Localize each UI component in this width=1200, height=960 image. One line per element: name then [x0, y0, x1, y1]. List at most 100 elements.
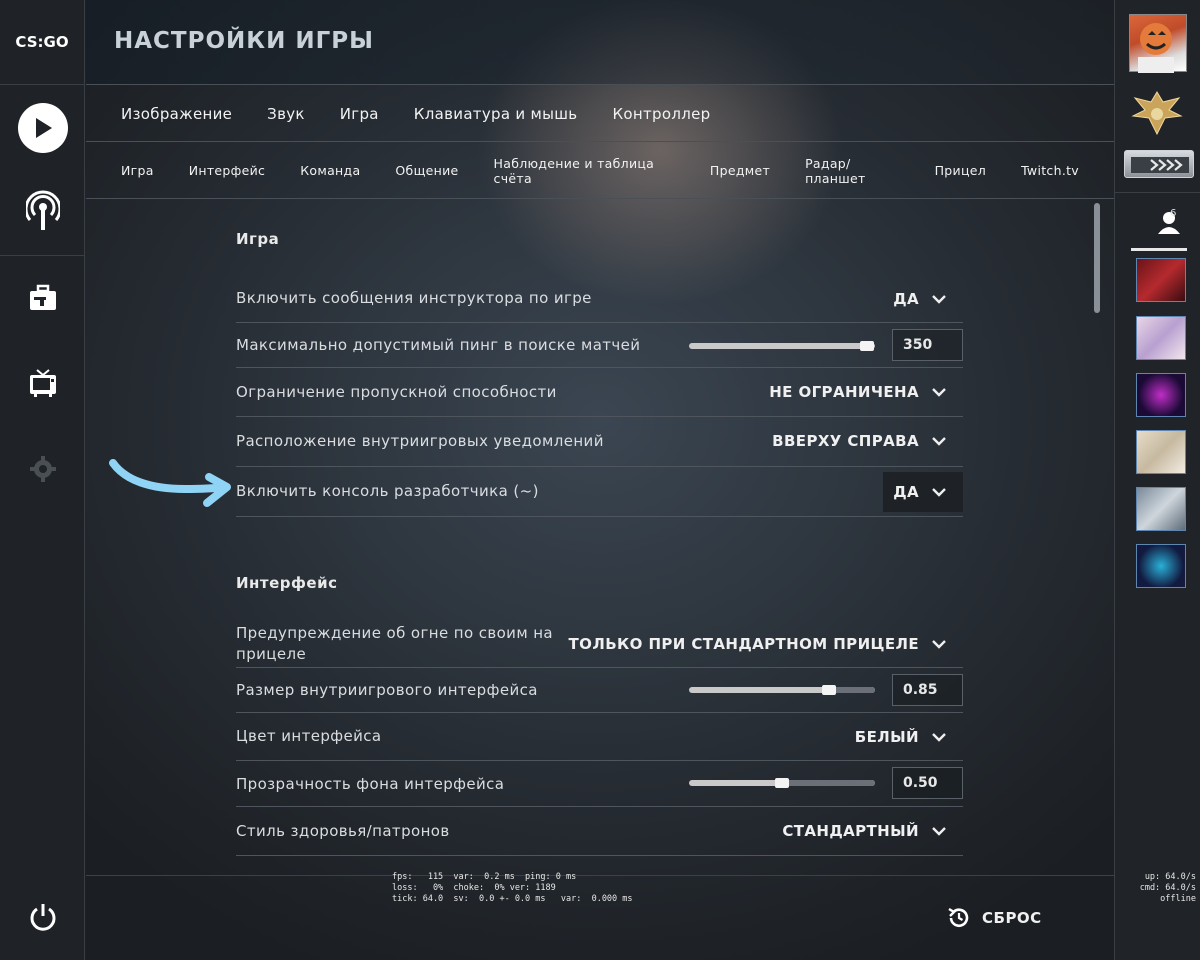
reset-button[interactable]: СБРОС — [946, 905, 1042, 931]
setting-row: Ограничение пропускной способности НЕ ОГ… — [236, 368, 963, 417]
hud-alpha-input[interactable]: 0.50 — [892, 767, 963, 799]
gear-icon — [29, 456, 56, 482]
reset-label: СБРОС — [982, 909, 1042, 927]
friend-avatar[interactable] — [1136, 487, 1186, 531]
slider-thumb[interactable] — [822, 685, 836, 695]
dropdown-value: НЕ ОГРАНИЧЕНА — [769, 383, 919, 401]
subtab-game[interactable]: Игра — [121, 163, 154, 178]
net-graph-line: loss: 0% choke: 0% ver: 1189 — [392, 883, 556, 893]
setting-label: Максимально допустимый пинг в поиске мат… — [236, 336, 641, 354]
friends-panel — [1114, 0, 1200, 960]
net-stat-line: cmd: 64.0/s — [1139, 883, 1196, 893]
net-stat-line: offline — [1160, 894, 1196, 904]
nav-divider — [0, 255, 85, 256]
tab-video[interactable]: Изображение — [121, 105, 232, 123]
setting-dropdown[interactable]: ТОЛЬКО ПРИ СТАНДАРТНОМ ПРИЦЕЛЕ — [559, 624, 963, 664]
setting-label: Включить консоль разработчика (~) — [236, 482, 539, 500]
setting-label: Предупреждение об огне по своим на прице… — [236, 624, 554, 663]
slider-thumb[interactable] — [775, 778, 789, 788]
friend-avatar[interactable] — [1136, 316, 1186, 360]
watch-nav-button[interactable] — [0, 368, 85, 398]
subtab-twitch[interactable]: Twitch.tv — [1021, 163, 1079, 178]
dropdown-value: ВВЕРХУ СПРАВА — [772, 432, 919, 450]
dropdown-value: БЕЛЫЙ — [854, 728, 919, 746]
setting-dropdown[interactable]: НЕ ОГРАНИЧЕНА — [759, 372, 963, 412]
section-title-interface: Интерфейс — [236, 574, 338, 592]
broadcast-nav-button[interactable] — [0, 190, 85, 232]
friends-button[interactable]: 6 — [1157, 208, 1185, 240]
tab-audio[interactable]: Звук — [267, 105, 305, 123]
content-scrollbar[interactable] — [1094, 203, 1100, 313]
setting-label: Включить сообщения инструктора по игре — [236, 289, 592, 307]
setting-dropdown[interactable]: ВВЕРХУ СПРАВА — [762, 421, 963, 461]
setting-dropdown[interactable]: БЕЛЫЙ — [845, 717, 963, 757]
subtab-team[interactable]: Команда — [300, 163, 360, 178]
hud-scale-slider[interactable] — [689, 685, 875, 695]
setting-label: Ограничение пропускной способности — [236, 383, 557, 401]
csgo-logo[interactable]: CS:GO — [0, 0, 84, 85]
setting-row: Размер внутриигрового интерфейса 0.85 — [236, 668, 963, 713]
power-icon — [30, 904, 55, 931]
hud-alpha-slider[interactable] — [689, 778, 875, 788]
briefcase-icon — [29, 284, 56, 310]
friends-count-badge: 6 — [1170, 208, 1177, 219]
net-stats-right: up: 64.0/s cmd: 64.0/s offline — [1114, 872, 1196, 905]
setting-row: Максимально допустимый пинг в поиске мат… — [236, 323, 963, 368]
dropdown-value: ДА — [893, 290, 919, 308]
avatar[interactable] — [1129, 14, 1187, 73]
ping-value-input[interactable]: 350 — [892, 329, 963, 361]
net-stat-line: up: 64.0/s — [1144, 872, 1196, 882]
ping-slider[interactable] — [689, 341, 875, 351]
setting-dropdown[interactable]: ДА — [883, 279, 963, 319]
chevrons-icon — [1131, 157, 1189, 173]
setting-row: Включить консоль разработчика (~) ДА — [236, 467, 963, 517]
chevron-down-icon — [932, 640, 946, 649]
pumpkin-avatar-icon — [1138, 23, 1174, 73]
setting-label: Прозрачность фона интерфейса — [236, 775, 505, 793]
tab-game[interactable]: Игра — [340, 105, 379, 123]
subtab-crosshair[interactable]: Прицел — [935, 163, 986, 178]
dropdown-value: ТОЛЬКО ПРИ СТАНДАРТНОМ ПРИЦЕЛЕ — [568, 635, 919, 653]
friend-avatar[interactable] — [1136, 430, 1186, 474]
annotation-arrow-icon — [109, 459, 231, 507]
settings-nav-button[interactable] — [0, 455, 85, 483]
dropdown-value: ДА — [893, 483, 919, 501]
play-nav-button[interactable] — [0, 103, 85, 153]
tab-keyboard-mouse[interactable]: Клавиатура и мышь — [414, 105, 578, 123]
subtab-item[interactable]: Предмет — [710, 163, 770, 178]
setting-dropdown[interactable]: ДА — [883, 472, 963, 512]
setting-row: Стиль здоровья/патронов СТАНДАРТНЫЙ — [236, 807, 963, 856]
play-icon — [17, 103, 68, 153]
tab-controller[interactable]: Контроллер — [612, 105, 710, 123]
friend-avatar[interactable] — [1136, 258, 1186, 302]
slider-thumb[interactable] — [860, 341, 874, 351]
chevron-down-icon — [932, 437, 946, 446]
logo-text: CS:GO — [15, 33, 69, 51]
chevron-down-icon — [932, 827, 946, 836]
setting-label: Цвет интерфейса — [236, 727, 382, 745]
setting-dropdown[interactable]: СТАНДАРТНЫЙ — [772, 811, 963, 851]
chevron-down-icon — [932, 733, 946, 742]
reset-history-icon — [948, 907, 969, 927]
eagle-rank-icon — [1131, 91, 1183, 136]
friend-avatar[interactable] — [1136, 373, 1186, 417]
power-button[interactable] — [0, 902, 85, 932]
broadcast-icon — [25, 190, 60, 230]
hud-scale-input[interactable]: 0.85 — [892, 674, 963, 706]
subtab-communication[interactable]: Общение — [395, 163, 458, 178]
dropdown-value: СТАНДАРТНЫЙ — [782, 822, 919, 840]
net-graph: fps: 115 var: 0.2 ms ping: 0 ms loss: 0% … — [392, 872, 633, 905]
sub-tabs: Игра Интерфейс Команда Общение Наблюдени… — [86, 143, 1114, 199]
subtab-spectator[interactable]: Наблюдение и таблица счёта — [494, 156, 675, 186]
subtab-interface[interactable]: Интерфейс — [189, 163, 266, 178]
subtab-radar[interactable]: Радар/планшет — [805, 156, 900, 186]
page-title: НАСТРОЙКИ ИГРЫ — [114, 28, 374, 54]
friend-avatar[interactable] — [1136, 544, 1186, 588]
chevron-down-icon — [932, 488, 946, 497]
friends-tab-indicator — [1131, 248, 1187, 251]
setting-row: Прозрачность фона интерфейса 0.50 — [236, 761, 963, 807]
inventory-nav-button[interactable] — [0, 283, 85, 313]
setting-label: Стиль здоровья/патронов — [236, 822, 450, 840]
main-tabs: Изображение Звук Игра Клавиатура и мышь … — [86, 86, 1114, 142]
settings-header: НАСТРОЙКИ ИГРЫ — [86, 0, 1114, 85]
